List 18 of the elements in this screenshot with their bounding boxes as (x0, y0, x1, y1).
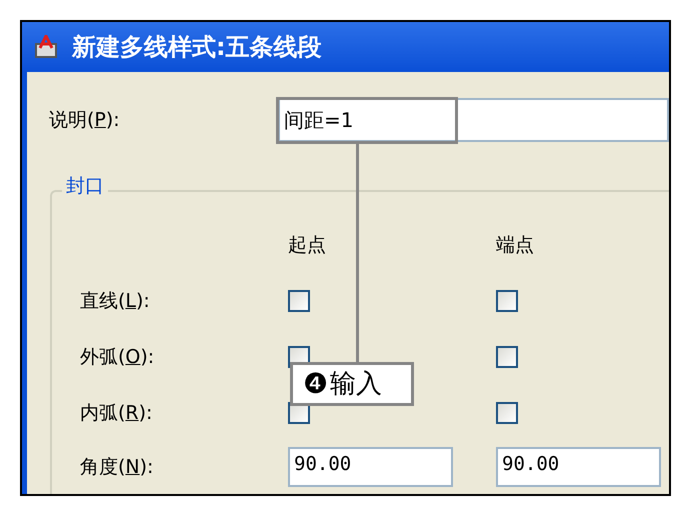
checkbox[interactable] (496, 402, 518, 424)
checkbox[interactable] (496, 346, 518, 368)
row-label: 外弧(O): (80, 346, 154, 368)
description-field[interactable]: 间距=1 (278, 98, 669, 142)
row-label: 直线(L): (80, 290, 150, 312)
checkbox[interactable] (496, 290, 518, 312)
angle-field[interactable]: 90.00 (288, 447, 453, 487)
column-header: 起点 (288, 234, 326, 256)
checkbox[interactable] (288, 290, 310, 312)
angle-field[interactable]: 90.00 (496, 447, 661, 487)
window-title: 新建多线样式:五条线段 (72, 32, 322, 63)
step-tooltip: ❹输入 (290, 362, 414, 406)
app-icon (34, 35, 58, 59)
group-legend: 封口 (62, 177, 108, 196)
column-header: 端点 (496, 234, 534, 256)
row-label: 内弧(R): (80, 402, 152, 424)
row-label: 角度(N): (80, 456, 154, 478)
description-label: 说明(P): (49, 108, 120, 131)
